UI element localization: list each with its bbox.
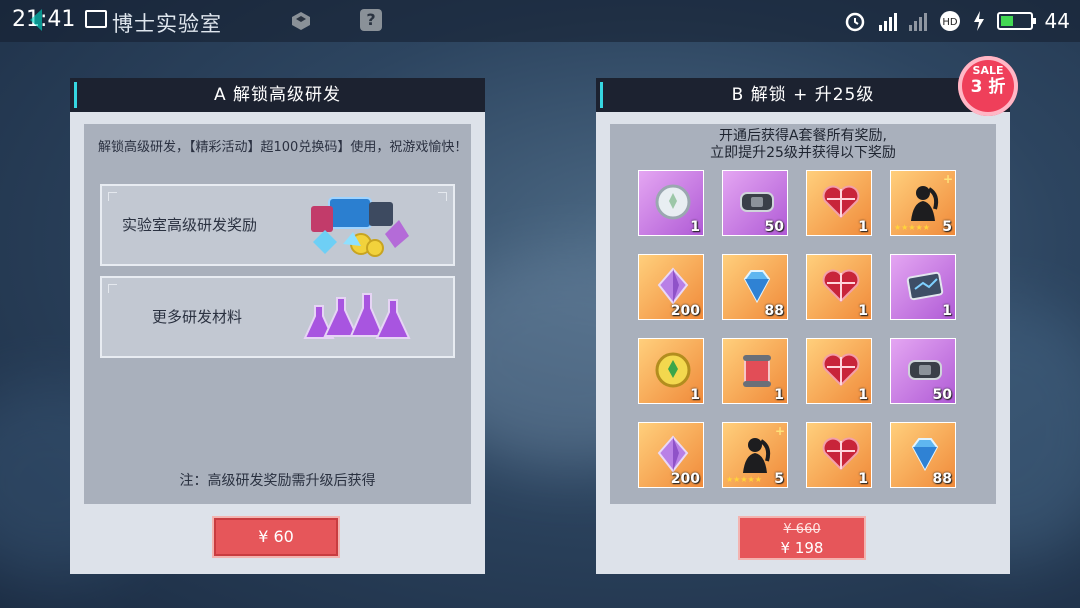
battery-icon	[996, 12, 1036, 30]
item-quantity: 200	[670, 471, 700, 487]
package-b-description-line1: 开通后获得A套餐所有奖励,	[718, 128, 888, 144]
item-quantity: 1	[858, 387, 868, 403]
reward-advanced-research[interactable]: 实验室高级研发奖励	[100, 184, 455, 266]
reward-item[interactable]: 1	[806, 254, 872, 320]
potion-flasks-icon	[303, 293, 411, 339]
item-quantity: 50	[764, 219, 784, 235]
sale-price: ¥ 198	[780, 539, 824, 557]
item-quantity: 1	[942, 303, 952, 319]
silver-clover-coin-icon	[655, 184, 691, 220]
hd-icon: HD	[939, 11, 960, 31]
package-b-panel: B 解锁 + 升25级 开通后获得A套餐所有奖励, 立即提升25级并获得以下奖励…	[596, 78, 1010, 574]
reward-item[interactable]: 88	[890, 422, 956, 488]
reward-item[interactable]: 50	[890, 338, 956, 404]
back-arrow-icon[interactable]	[30, 9, 42, 31]
reward-item[interactable]: 1	[722, 338, 788, 404]
package-a-panel: A 解锁高级研发 解锁高级研发，【精彩活动】超100兑换码】使用，祝游戏愉快！ …	[70, 78, 485, 574]
reward-item[interactable]: 1	[638, 170, 704, 236]
buy-b-button[interactable]: ¥ 660 ¥ 198	[738, 516, 866, 560]
reward-research-materials[interactable]: 更多研发材料	[100, 276, 455, 358]
package-a-description: 解锁高级研发，【精彩活动】超100兑换码】使用，祝游戏愉快！	[98, 140, 468, 155]
item-quantity: 88	[932, 471, 952, 487]
character-silhouette-icon	[743, 438, 771, 473]
item-quantity: 5	[942, 219, 952, 235]
scroll-icon	[743, 355, 771, 387]
original-price: ¥ 660	[783, 522, 821, 537]
reward-item[interactable]: 50	[722, 170, 788, 236]
reward-item[interactable]: 1	[638, 338, 704, 404]
corner-decoration	[108, 284, 117, 293]
star-rating: ★★★★★	[894, 223, 930, 232]
package-a-title: A 解锁高级研发	[70, 78, 485, 112]
blue-diamond-icon	[743, 270, 771, 304]
package-a-body: 解锁高级研发，【精彩活动】超100兑换码】使用，祝游戏愉快！ 实验室高级研发奖励…	[84, 124, 471, 504]
reward-item[interactable]: 200	[638, 254, 704, 320]
plus-icon: +	[774, 424, 785, 438]
purple-crystal-icon	[657, 435, 689, 473]
item-quantity: 50	[932, 387, 952, 403]
item-quantity: 200	[670, 303, 700, 319]
item-quantity: 1	[858, 303, 868, 319]
reward-item[interactable]: ★★★★★ +5	[722, 422, 788, 488]
reward-item[interactable]: ★★★★★ +5	[890, 170, 956, 236]
reward-item[interactable]: 88	[722, 254, 788, 320]
heart-gift-box-icon	[822, 437, 860, 471]
item-quantity: 5	[774, 471, 784, 487]
reward-item[interactable]: 1	[806, 338, 872, 404]
svg-text:HD: HD	[942, 17, 958, 28]
sale-badge: SALE 3 折	[958, 56, 1018, 116]
charging-icon	[973, 11, 984, 31]
heart-gift-box-icon	[822, 269, 860, 303]
heart-gift-box-icon	[822, 353, 860, 387]
package-a-note: 注：高级研发奖励需升级后获得	[179, 473, 376, 489]
battery-level: 44	[1044, 9, 1070, 33]
gear-part-icon	[908, 360, 942, 380]
help-icon[interactable]: ?	[360, 9, 382, 31]
clock: 21:41	[12, 7, 76, 32]
buy-a-button[interactable]: ¥ 60	[212, 516, 340, 558]
reward-label: 实验室高级研发奖励	[122, 216, 258, 234]
package-b-description-line2: 立即提升25级并获得以下奖励	[710, 145, 896, 161]
discount-value: 3 折	[970, 77, 1006, 97]
gold-clover-coin-icon	[655, 352, 691, 388]
item-quantity: 1	[690, 387, 700, 403]
item-quantity: 88	[764, 303, 784, 319]
signal-empty-icon	[908, 11, 927, 31]
image-icon	[85, 10, 107, 28]
reward-item[interactable]: 200	[638, 422, 704, 488]
blue-diamond-icon	[911, 438, 939, 472]
app-title: 博士实验室	[112, 12, 222, 36]
signal-4g-icon	[878, 11, 897, 31]
character-silhouette-icon	[911, 186, 939, 221]
corner-decoration	[438, 192, 447, 201]
plus-icon: +	[942, 172, 953, 186]
system-status: HD 44	[843, 6, 1070, 36]
item-quantity: 1	[858, 219, 868, 235]
sale-label: SALE	[972, 64, 1004, 77]
purple-crystal-icon	[657, 267, 689, 305]
alarm-icon	[845, 12, 864, 32]
star-rating: ★★★★★	[726, 475, 762, 484]
reward-label: 更多研发材料	[152, 308, 243, 326]
data-card-icon	[906, 271, 944, 301]
item-quantity: 1	[690, 219, 700, 235]
item-quantity: 1	[858, 471, 868, 487]
reward-item[interactable]: 1	[890, 254, 956, 320]
heart-gift-box-icon	[822, 185, 860, 219]
package-b-description: 开通后获得A套餐所有奖励, 立即提升25级并获得以下奖励	[610, 128, 996, 162]
package-b-title: B 解锁 + 升25级	[596, 78, 1010, 112]
cube-icon[interactable]	[290, 10, 312, 32]
treasure-pile-icon	[311, 197, 409, 257]
status-bar: 21:41 博士实验室 ? HD 44	[0, 0, 1080, 42]
gear-part-icon	[740, 192, 774, 212]
reward-item[interactable]: 1	[806, 170, 872, 236]
item-quantity: 1	[774, 387, 784, 403]
reward-item[interactable]: 1	[806, 422, 872, 488]
corner-decoration	[108, 192, 117, 201]
